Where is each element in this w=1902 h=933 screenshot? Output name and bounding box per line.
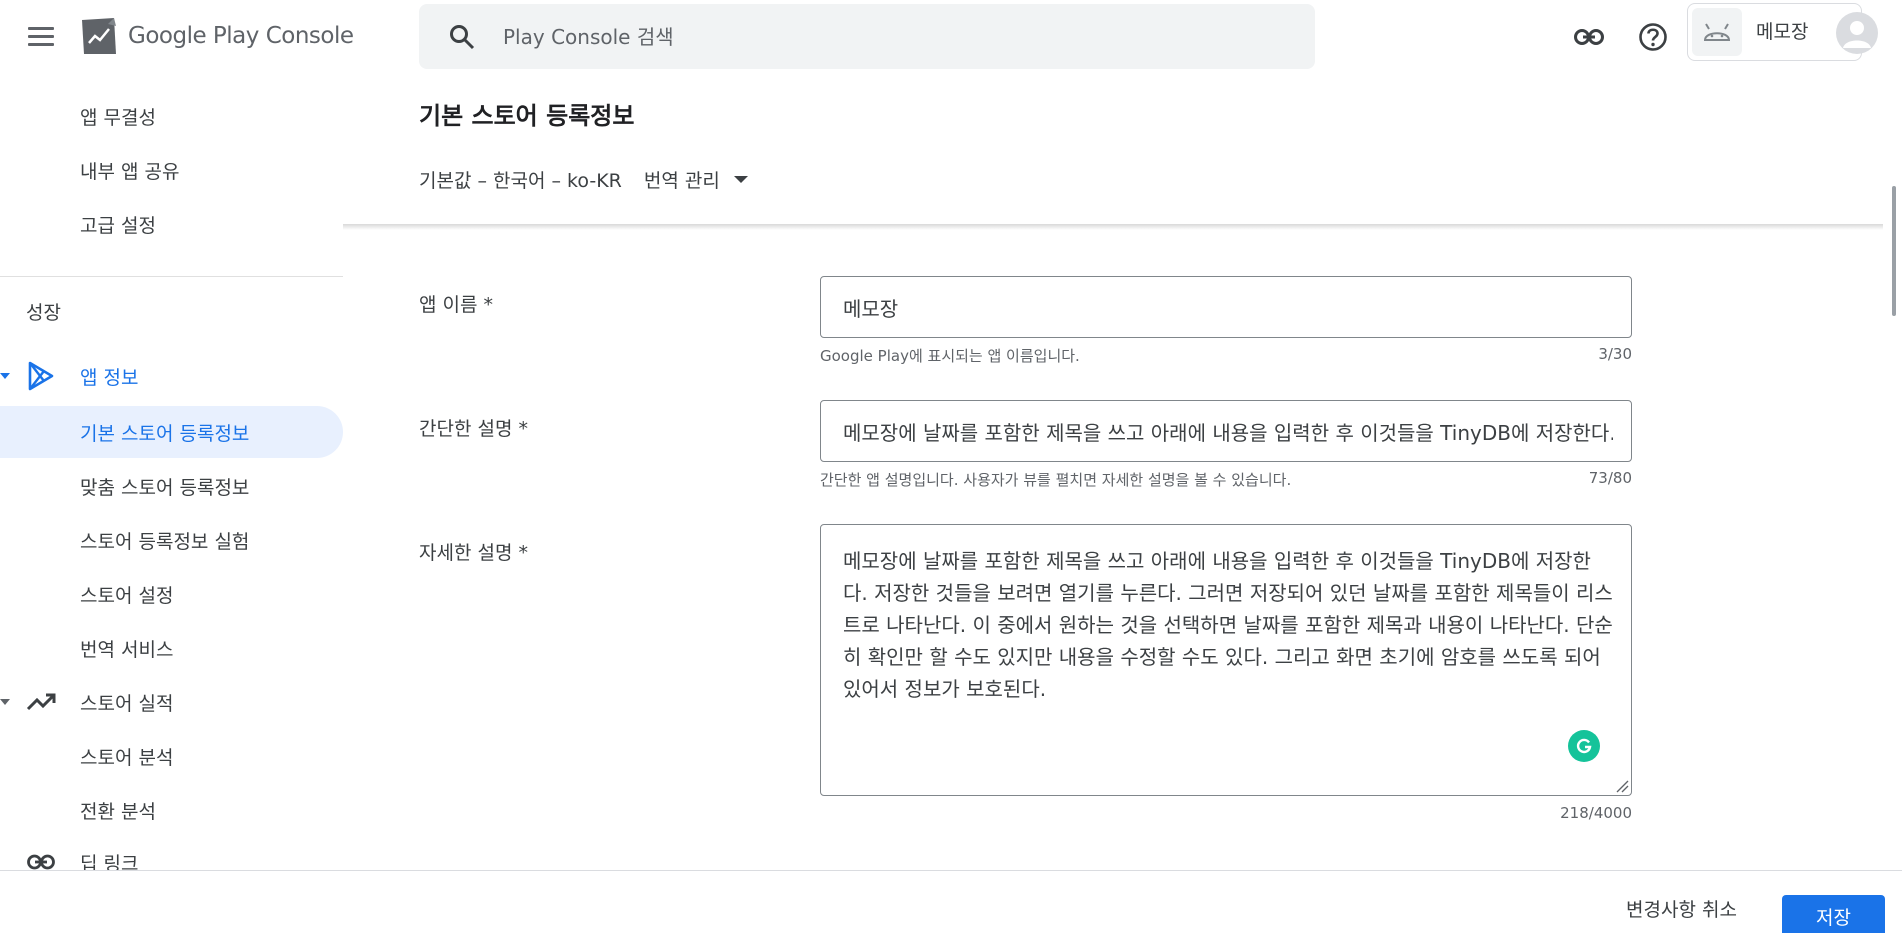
play-console-app: Google Play Console Play Console 검색 메모장 … [0, 0, 1902, 933]
help-icon[interactable] [1634, 18, 1672, 56]
play-console-logo-icon [82, 18, 116, 54]
app-name-helper-text: Google Play에 표시되는 앱 이름입니다. [820, 347, 1080, 365]
sidebar-item-main-store-listing[interactable]: 기본 스토어 등록정보 [0, 406, 343, 458]
full-desc-label-text: 자세한 설명 [419, 542, 513, 564]
top-app-bar: Google Play Console Play Console 검색 메모장 [0, 0, 1902, 76]
full-desc-textarea[interactable]: 메모장에 날짜를 포함한 제목을 쓰고 아래에 내용을 입력한 후 이것들을 T… [843, 545, 1613, 785]
logo-text: Google Play Console [128, 23, 354, 49]
side-navigation: 앱 무결성 내부 앱 공유 고급 설정 성장 앱 정보 기본 스토어 등록정보 [0, 76, 343, 933]
sidebar-divider [0, 276, 343, 277]
sidebar-item-label: 전환 분석 [80, 800, 156, 823]
sidebar-item-store-performance[interactable]: 스토어 실적 [0, 676, 343, 728]
link-icon[interactable] [1570, 18, 1608, 56]
short-desc-input[interactable] [843, 401, 1613, 461]
sidebar-section-growth: 성장 [26, 302, 61, 324]
grammarly-icon[interactable] [1568, 730, 1600, 762]
full-desc-label: 자세한 설명 * [419, 538, 528, 565]
sidebar-item-label: 기본 스토어 등록정보 [80, 422, 250, 445]
sidebar-item-label: 고급 설정 [80, 214, 156, 237]
dropdown-arrow-icon [733, 176, 748, 183]
default-language-label: 기본값 – 한국어 – ko-KR [419, 170, 622, 192]
short-desc-counter: 73/80 [1588, 469, 1632, 487]
sidebar-item-label: 번역 서비스 [80, 638, 174, 661]
app-name-helper: Google Play에 표시되는 앱 이름입니다. 3/30 [820, 345, 1632, 366]
search-input[interactable] [503, 18, 1283, 56]
menu-icon[interactable] [24, 20, 58, 54]
sidebar-item-translation-service[interactable]: 번역 서비스 [0, 622, 343, 674]
sidebar-item-label: 내부 앱 공유 [80, 160, 180, 183]
app-name-input[interactable] [843, 277, 1613, 337]
sidebar-item-label: 앱 정보 [80, 366, 139, 389]
app-name-field[interactable] [820, 276, 1632, 338]
full-desc-counter: 218/4000 [1560, 804, 1632, 822]
full-desc-field[interactable]: 메모장에 날짜를 포함한 제목을 쓰고 아래에 내용을 입력한 후 이것들을 T… [820, 524, 1632, 796]
resize-handle-icon[interactable] [1615, 779, 1629, 793]
search-icon [450, 25, 475, 50]
translation-manage-label: 번역 관리 [643, 170, 720, 192]
sidebar-item-internal-app-sharing[interactable]: 내부 앱 공유 [0, 144, 343, 196]
sidebar-item-custom-store-listing[interactable]: 맞춤 스토어 등록정보 [0, 460, 343, 512]
sidebar-item-label: 맞춤 스토어 등록정보 [80, 476, 250, 499]
sidebar-item-label: 스토어 실적 [80, 692, 174, 715]
android-icon [1692, 8, 1742, 56]
language-row: 기본값 – 한국어 – ko-KR 번역 관리 [419, 166, 748, 193]
expand-caret-icon [0, 373, 10, 379]
play-store-icon [24, 359, 58, 393]
sidebar-item-app-info[interactable]: 앱 정보 [0, 350, 343, 402]
expand-caret-icon [0, 699, 10, 705]
logo-google-text: Google [128, 23, 207, 49]
search-bar[interactable] [419, 4, 1315, 69]
person-icon [1843, 21, 1871, 48]
play-console-logo[interactable]: Google Play Console [80, 15, 354, 57]
sticky-header-shadow [343, 224, 1883, 230]
logo-product-text: Play Console [212, 23, 354, 49]
sidebar-item-label: 스토어 등록정보 실험 [80, 530, 250, 553]
short-desc-label-text: 간단한 설명 [419, 418, 513, 440]
app-name-label-text: 앱 이름 [419, 294, 478, 316]
short-desc-label: 간단한 설명 * [419, 414, 528, 441]
sidebar-item-conversion-analysis[interactable]: 전환 분석 [0, 784, 343, 836]
bottom-action-bar: 변경사항 취소 저장 [0, 870, 1902, 933]
sidebar-item-label: 스토어 분석 [80, 746, 174, 769]
sidebar-item-advanced-settings[interactable]: 고급 설정 [0, 198, 343, 250]
app-name-label: 앱 이름 * [419, 290, 493, 317]
sidebar-item-label: 앱 무결성 [80, 106, 156, 129]
required-marker: * [518, 418, 529, 440]
save-button[interactable]: 저장 [1782, 895, 1885, 933]
page-title: 기본 스토어 등록정보 [419, 102, 635, 130]
sidebar-item-store-listing-experiments[interactable]: 스토어 등록정보 실험 [0, 514, 343, 566]
short-desc-field[interactable] [820, 400, 1632, 462]
app-name-counter: 3/30 [1598, 345, 1632, 363]
sidebar-item-store-analysis[interactable]: 스토어 분석 [0, 730, 343, 782]
main-content: 기본 스토어 등록정보 기본값 – 한국어 – ko-KR 번역 관리 앱 이름… [343, 76, 1883, 873]
discard-changes-button[interactable]: 변경사항 취소 [1626, 895, 1737, 922]
sidebar-item-store-settings[interactable]: 스토어 설정 [0, 568, 343, 620]
sidebar-item-app-integrity[interactable]: 앱 무결성 [0, 90, 343, 142]
short-desc-helper-text: 간단한 앱 설명입니다. 사용자가 뷰를 펼치면 자세한 설명을 볼 수 있습니… [820, 471, 1292, 489]
trending-up-icon [24, 685, 58, 719]
required-marker: * [483, 294, 494, 316]
app-name: 메모장 [1756, 21, 1809, 43]
short-desc-helper: 간단한 앱 설명입니다. 사용자가 뷰를 펼치면 자세한 설명을 볼 수 있습니… [820, 469, 1632, 490]
page-scrollbar-thumb[interactable] [1892, 186, 1896, 316]
sidebar-item-label: 스토어 설정 [80, 584, 174, 607]
required-marker: * [518, 542, 529, 564]
account-avatar[interactable] [1836, 12, 1878, 54]
translation-manage-dropdown[interactable]: 번역 관리 [644, 166, 748, 193]
